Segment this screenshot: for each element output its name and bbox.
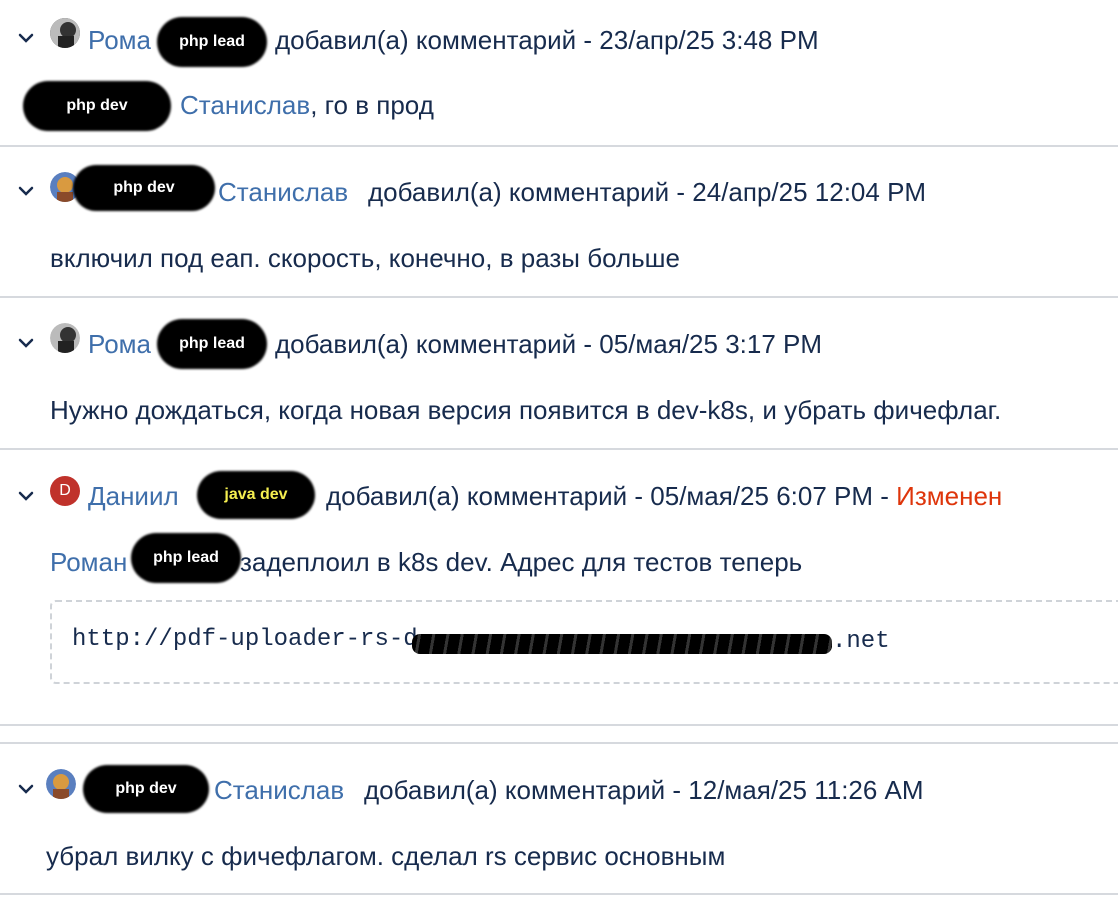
comment-body: включил под еап. скорость, конечно, в ра… bbox=[50, 243, 681, 273]
edited-label[interactable]: Изменен bbox=[896, 481, 1002, 511]
chevron-down-icon[interactable] bbox=[16, 333, 36, 353]
avatar[interactable]: D bbox=[50, 476, 80, 506]
comment-separator bbox=[0, 724, 1118, 726]
avatar[interactable] bbox=[46, 769, 76, 799]
redacted-url-part bbox=[412, 634, 832, 654]
author-name[interactable]: Станислав bbox=[214, 775, 344, 806]
comment-body: убрал вилку с фичефлагом. сделал rs серв… bbox=[46, 841, 726, 871]
redacted-role-tag: php lead bbox=[160, 20, 264, 64]
comment-separator bbox=[0, 893, 1118, 895]
chevron-down-icon[interactable] bbox=[16, 779, 36, 799]
author-name[interactable]: Рома bbox=[88, 25, 151, 56]
comment-meta: добавил(а) комментарий - 12/мая/25 11:26… bbox=[364, 775, 924, 805]
comment-meta: добавил(а) комментарий - 05/мая/25 6:07 … bbox=[326, 481, 1003, 511]
redacted-mention-tag: php lead bbox=[134, 536, 238, 580]
comment-meta: добавил(а) комментарий - 05/мая/25 3:17 … bbox=[275, 329, 823, 359]
author-name[interactable]: Рома bbox=[88, 329, 151, 360]
comment-body: задеплоил в k8s dev. Адрес для тестов те… bbox=[240, 547, 803, 577]
redacted-role-tag: java dev bbox=[200, 474, 312, 516]
comment-body: Станислав, го в прод bbox=[180, 90, 434, 120]
chevron-down-icon[interactable] bbox=[16, 486, 36, 506]
author-name[interactable]: Даниил bbox=[88, 481, 179, 512]
redacted-role-tag: php dev bbox=[86, 768, 206, 810]
user-mention[interactable]: Станислав bbox=[180, 90, 310, 120]
code-url: http://pdf-uploader-rs-d bbox=[72, 626, 418, 653]
comment-separator bbox=[0, 742, 1118, 744]
avatar[interactable] bbox=[50, 18, 80, 48]
chevron-down-icon[interactable] bbox=[16, 28, 36, 48]
redacted-mention-tag: php dev bbox=[26, 84, 168, 128]
code-url-end: .net bbox=[832, 628, 890, 655]
comment-body: Нужно дождаться, когда новая версия появ… bbox=[50, 395, 1002, 425]
comment-meta: добавил(а) комментарий - 24/апр/25 12:04… bbox=[368, 177, 927, 207]
comment-separator bbox=[0, 145, 1118, 147]
comment-meta: добавил(а) комментарий - 23/апр/25 3:48 … bbox=[275, 25, 819, 55]
comment-separator bbox=[0, 448, 1118, 450]
chevron-down-icon[interactable] bbox=[16, 181, 36, 201]
avatar[interactable] bbox=[50, 323, 80, 353]
comment-separator bbox=[0, 296, 1118, 298]
redacted-role-tag: php lead bbox=[160, 322, 264, 366]
author-name[interactable]: Станислав bbox=[218, 177, 348, 208]
redacted-role-tag: php dev bbox=[76, 168, 212, 208]
user-mention[interactable]: Роман bbox=[50, 547, 127, 578]
